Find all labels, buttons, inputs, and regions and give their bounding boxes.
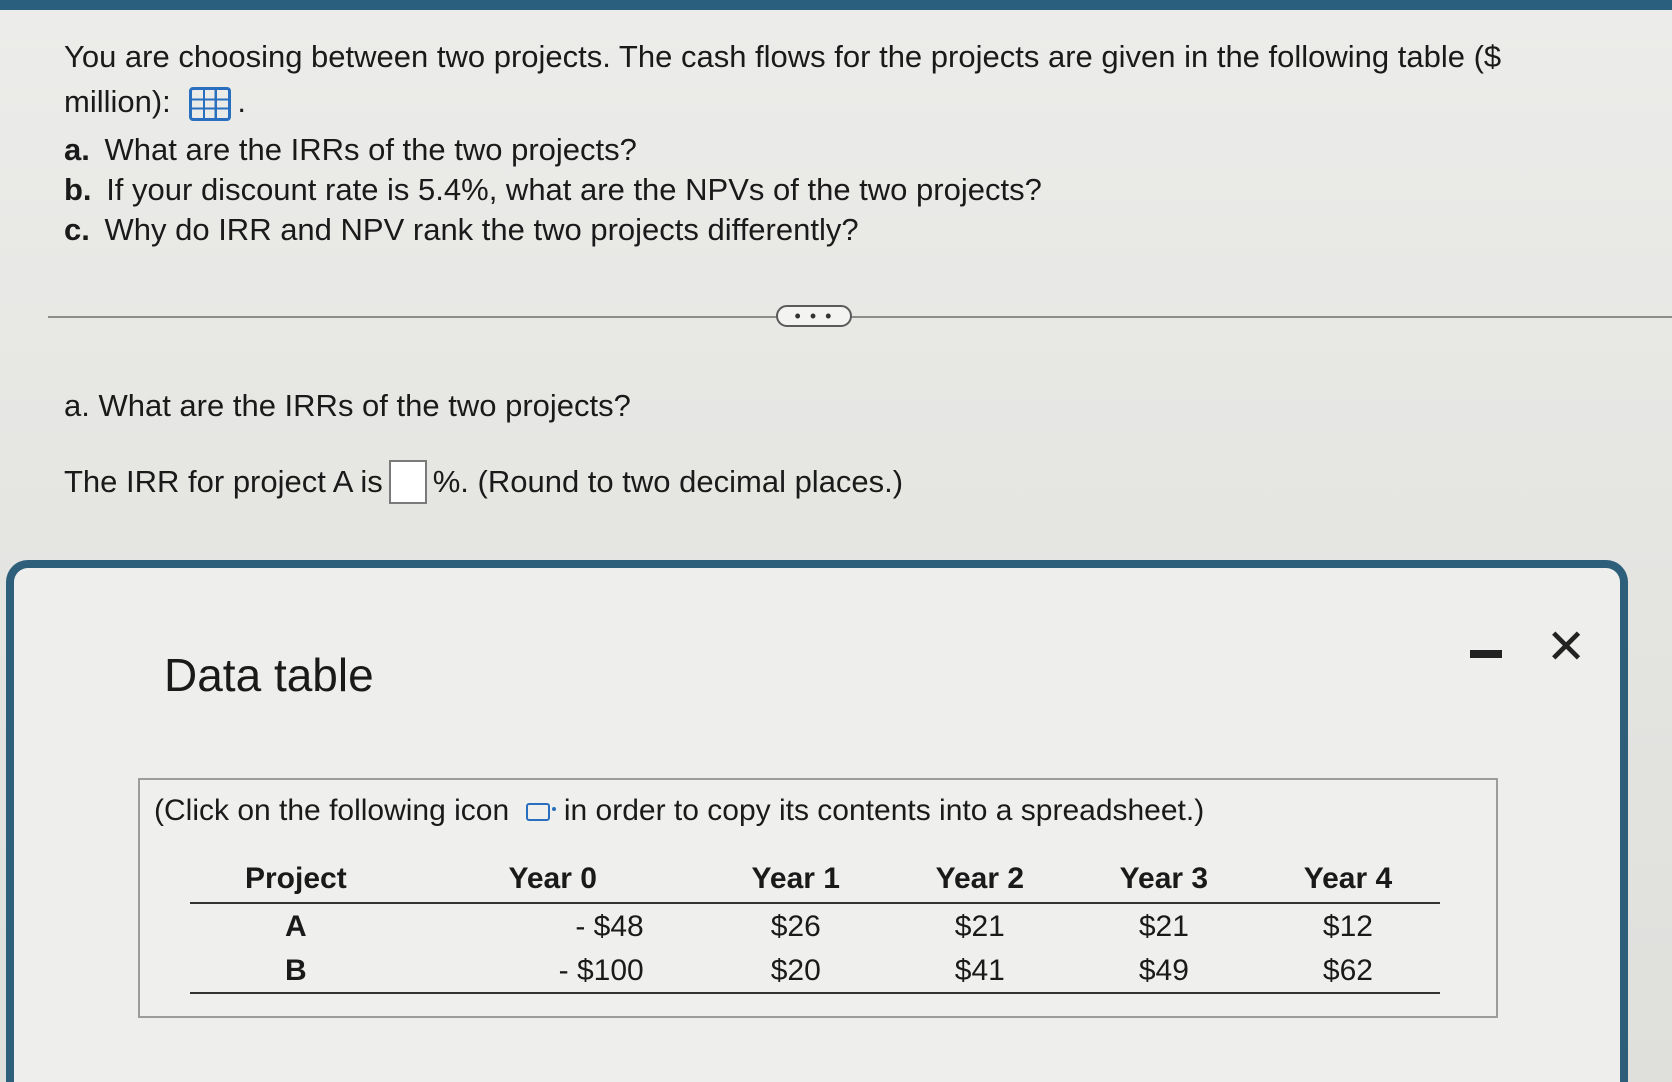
question-text: You are choosing between two projects. T… — [64, 34, 1564, 250]
column-header: Year 2 — [887, 862, 1072, 904]
page: You are choosing between two projects. T… — [0, 0, 1672, 1082]
table-row: A - $48 $26 $21 $21 $12 — [190, 903, 1440, 948]
table-cell: A — [285, 910, 307, 943]
irr-answer-line: The IRR for project A is %. (Round to tw… — [64, 460, 903, 504]
copy-instruction: (Click on the following icon in order to… — [154, 794, 1204, 828]
cash-flow-table: Project Year 0 Year 1 Year 2 Year 3 Year… — [190, 862, 1440, 994]
copy-to-spreadsheet-icon[interactable] — [525, 803, 556, 822]
table-cell: - $48 — [575, 910, 644, 943]
part-text: What are the IRRs of the two projects? — [104, 132, 637, 167]
question-part-a: a. What are the IRRs of the two projects… — [64, 130, 1564, 170]
question-intro-line2: million): — [64, 84, 171, 119]
irr-suffix: %. (Round to two decimal places.) — [432, 464, 904, 499]
part-letter: c. — [64, 212, 90, 247]
table-cell: $21 — [954, 910, 1005, 943]
part-a-question: a. What are the IRRs of the two projects… — [64, 388, 631, 423]
column-header: Year 3 — [1071, 862, 1256, 904]
data-table-container: (Click on the following icon in order to… — [138, 778, 1498, 1018]
question-intro: You are choosing between two projects. T… — [64, 39, 1502, 121]
table-cell: $21 — [1138, 910, 1189, 943]
table-cell: - $100 — [401, 948, 704, 994]
table-cell: $62 — [1255, 948, 1440, 994]
expand-more-button[interactable]: • • • — [776, 305, 852, 327]
dialog-title: Data table — [164, 649, 374, 701]
column-header: Year 1 — [703, 862, 888, 904]
table-row: B - $100 $20 $41 $49 $62 — [190, 948, 1440, 994]
top-strip — [0, 0, 1672, 10]
question-intro-line1: You are choosing between two projects. T… — [64, 39, 1502, 74]
table-cell: $20 — [703, 948, 888, 994]
irr-prefix: The IRR for project A is — [64, 464, 383, 499]
grid-table-icon[interactable] — [189, 86, 232, 121]
column-header: Year 0 — [401, 862, 704, 904]
table-cell: $12 — [1322, 910, 1373, 943]
irr-answer-input[interactable] — [388, 460, 427, 504]
minimize-button[interactable] — [1470, 650, 1502, 658]
instruction-after: in order to copy its contents into a spr… — [563, 794, 1205, 827]
part-text: If your discount rate is 5.4%, what are … — [106, 172, 1042, 207]
part-text: Why do IRR and NPV rank the two projects… — [104, 212, 859, 247]
table-cell: $49 — [1071, 948, 1256, 994]
question-part-c: c. Why do IRR and NPV rank the two proje… — [64, 210, 1564, 250]
table-cell: B — [190, 948, 402, 994]
data-table-dialog: Data table ✕ (Click on the following ico… — [6, 560, 1628, 1082]
instruction-before: (Click on the following icon — [154, 794, 510, 827]
part-letter: a. — [64, 132, 90, 167]
section-divider — [48, 316, 1672, 318]
table-cell: $26 — [770, 910, 821, 943]
close-button[interactable]: ✕ — [1546, 624, 1586, 672]
column-header: Project — [190, 862, 402, 904]
table-header-row: Project Year 0 Year 1 Year 2 Year 3 Year… — [190, 862, 1440, 904]
question-parts: a. What are the IRRs of the two projects… — [64, 130, 1564, 250]
part-letter: b. — [64, 172, 92, 207]
question-part-b: b. If your discount rate is 5.4%, what a… — [64, 170, 1564, 210]
table-cell: $41 — [887, 948, 1072, 994]
column-header: Year 4 — [1255, 862, 1440, 904]
